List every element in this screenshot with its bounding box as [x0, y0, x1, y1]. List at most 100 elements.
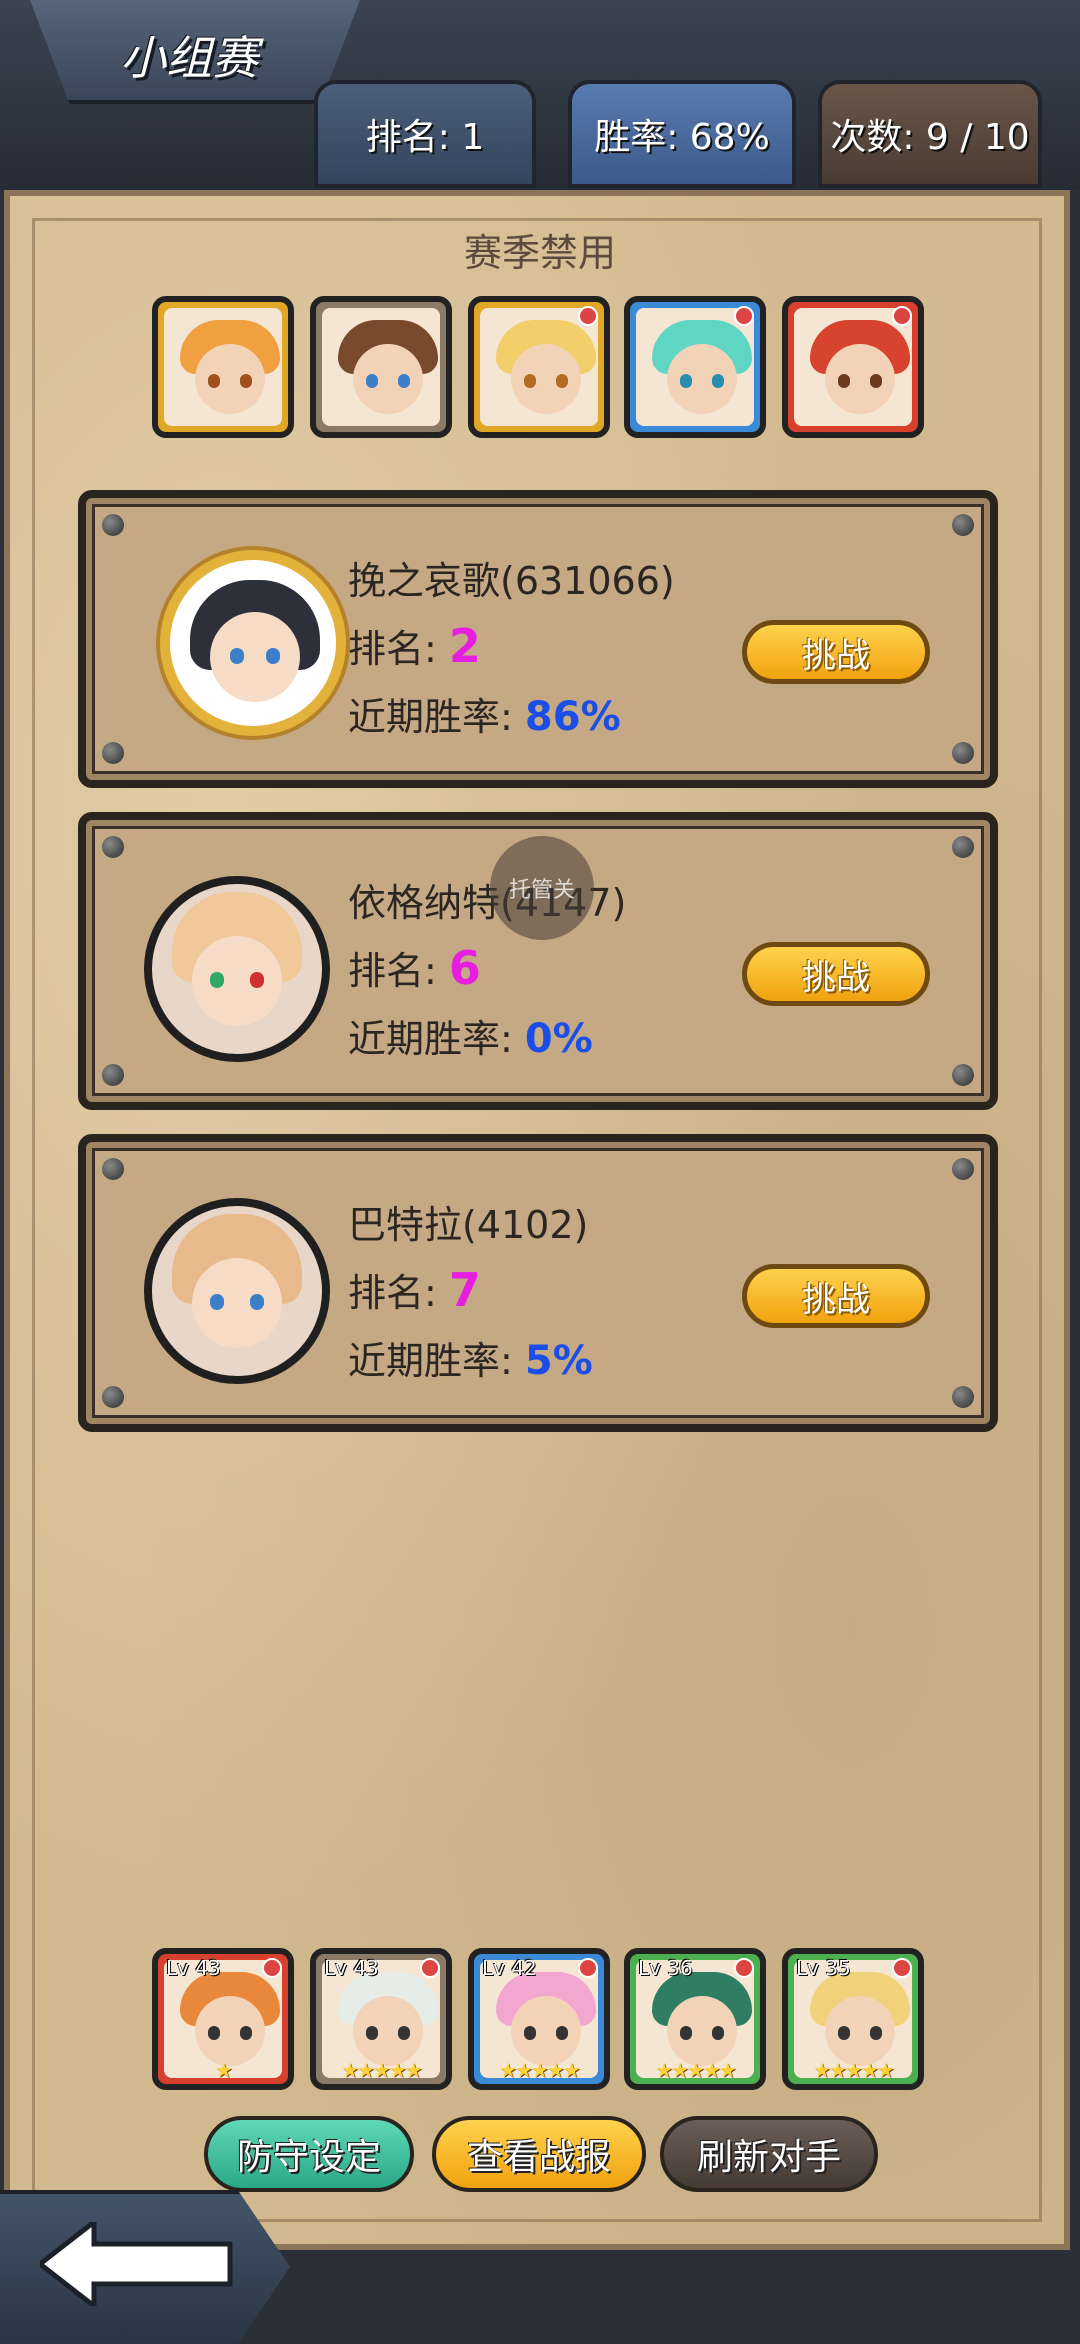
- hero-portrait: [636, 308, 754, 426]
- notification-dot: [892, 306, 912, 326]
- notification-dot: [420, 1958, 440, 1978]
- rank-label: 排名:: [348, 1271, 437, 1315]
- opponent-avatar[interactable]: [160, 550, 346, 736]
- team-hero-1[interactable]: Lv 43 ★: [152, 1948, 294, 2090]
- rate-label: 近期胜率:: [348, 1017, 513, 1061]
- challenge-button[interactable]: 挑战: [742, 942, 930, 1006]
- rate-label: 近期胜率:: [348, 1339, 513, 1383]
- notification-dot: [262, 1958, 282, 1978]
- opponent-name: 巴特拉(4102): [348, 1203, 589, 1247]
- hero-stars: ★★★★★: [499, 2058, 581, 2082]
- hero-eye: [680, 374, 692, 388]
- bolt: [102, 742, 124, 764]
- hero-portrait: [164, 308, 282, 426]
- avatar-eye: [210, 1294, 224, 1310]
- banned-hero-3[interactable]: [468, 296, 610, 438]
- hero-face: [511, 1996, 581, 2066]
- hero-face: [353, 344, 423, 414]
- bolt: [102, 1064, 124, 1086]
- hero-eye: [524, 2026, 536, 2040]
- opponent-rate: 近期胜率: 86%: [348, 686, 621, 741]
- rank-label: 排名:: [348, 949, 437, 993]
- hero-eye: [712, 2026, 724, 2040]
- opponent-card-1: 挽之哀歌(631066) 排名: 2 近期胜率: 86% 挑战: [78, 490, 998, 788]
- challenge-button[interactable]: 挑战: [742, 1264, 930, 1328]
- hero-stars: ★: [215, 2058, 233, 2082]
- notification-dot: [734, 306, 754, 326]
- banned-hero-1[interactable]: [152, 296, 294, 438]
- notification-dot: [892, 1958, 912, 1978]
- banned-hero-2[interactable]: [310, 296, 452, 438]
- hero-face: [353, 1996, 423, 2066]
- hero-face: [195, 344, 265, 414]
- hero-level: Lv 36: [638, 1956, 693, 1980]
- team-hero-2[interactable]: Lv 43 ★★★★★: [310, 1948, 452, 2090]
- opponent-name: 挽之哀歌(631066): [348, 559, 675, 603]
- rank-label: 排名:: [348, 627, 437, 671]
- team-hero-3[interactable]: Lv 42 ★★★★★: [468, 1948, 610, 2090]
- hero-level: Lv 43: [324, 1956, 379, 1980]
- hero-level: Lv 35: [796, 1956, 851, 1980]
- rate-value: 0%: [524, 1016, 593, 1062]
- opponent-rate: 近期胜率: 5%: [348, 1330, 593, 1385]
- hero-eye: [398, 374, 410, 388]
- hero-eye: [870, 2026, 882, 2040]
- rank-tab: 排名: 1: [314, 80, 536, 188]
- team-hero-5[interactable]: Lv 35 ★★★★★: [782, 1948, 924, 2090]
- hero-eye: [208, 374, 220, 388]
- banned-hero-4[interactable]: [624, 296, 766, 438]
- hero-face: [667, 344, 737, 414]
- challenge-button[interactable]: 挑战: [742, 620, 930, 684]
- refresh-opponents-button[interactable]: 刷新对手: [660, 2116, 878, 2192]
- notification-dot: [734, 1958, 754, 1978]
- bolt: [102, 836, 124, 858]
- bolt: [952, 1064, 974, 1086]
- avatar-eye: [230, 648, 244, 664]
- season-ban-title: 赛季禁用: [463, 231, 616, 275]
- hero-stars: ★★★★★: [655, 2058, 737, 2082]
- hero-eye: [524, 374, 536, 388]
- hero-eye: [556, 374, 568, 388]
- hero-eye: [838, 374, 850, 388]
- battle-report-button[interactable]: 查看战报: [432, 2116, 646, 2192]
- hero-portrait: [794, 308, 912, 426]
- hero-eye: [712, 374, 724, 388]
- notification-dot: [578, 306, 598, 326]
- hero-eye: [870, 374, 882, 388]
- avatar-eye: [266, 648, 280, 664]
- bolt: [102, 1386, 124, 1408]
- rate-label: 近期胜率:: [348, 695, 513, 739]
- hero-level: Lv 43: [166, 1956, 221, 1980]
- hero-face: [667, 1996, 737, 2066]
- bolt: [952, 1158, 974, 1180]
- defense-setup-button[interactable]: 防守设定: [204, 2116, 414, 2192]
- opponent-avatar[interactable]: [144, 1198, 330, 1384]
- avatar-eye: [210, 972, 224, 988]
- opponent-rank: 排名: 2: [348, 618, 481, 673]
- bolt: [102, 514, 124, 536]
- bolt: [102, 1158, 124, 1180]
- back-arrow-icon[interactable]: [40, 2222, 240, 2306]
- rate-value: 86%: [524, 694, 621, 740]
- hero-face: [825, 1996, 895, 2066]
- rank-value: 7: [448, 1263, 481, 1317]
- avatar-face: [210, 612, 300, 702]
- hero-face: [195, 1996, 265, 2066]
- hero-eye: [838, 2026, 850, 2040]
- hero-level: Lv 42: [482, 1956, 537, 1980]
- team-hero-4[interactable]: Lv 36 ★★★★★: [624, 1948, 766, 2090]
- hero-portrait: [322, 308, 440, 426]
- bolt: [952, 742, 974, 764]
- hero-eye: [366, 374, 378, 388]
- auto-battle-overlay[interactable]: 托管关: [490, 836, 594, 940]
- avatar-face: [192, 936, 282, 1026]
- win-rate-tab: 胜率: 68%: [568, 80, 796, 188]
- opponent-rate: 近期胜率: 0%: [348, 1008, 593, 1063]
- hero-eye: [556, 2026, 568, 2040]
- rank-value: 6: [448, 941, 481, 995]
- hero-face: [511, 344, 581, 414]
- banned-hero-5[interactable]: [782, 296, 924, 438]
- opponent-avatar[interactable]: [144, 876, 330, 1062]
- bolt: [952, 836, 974, 858]
- bolt: [952, 514, 974, 536]
